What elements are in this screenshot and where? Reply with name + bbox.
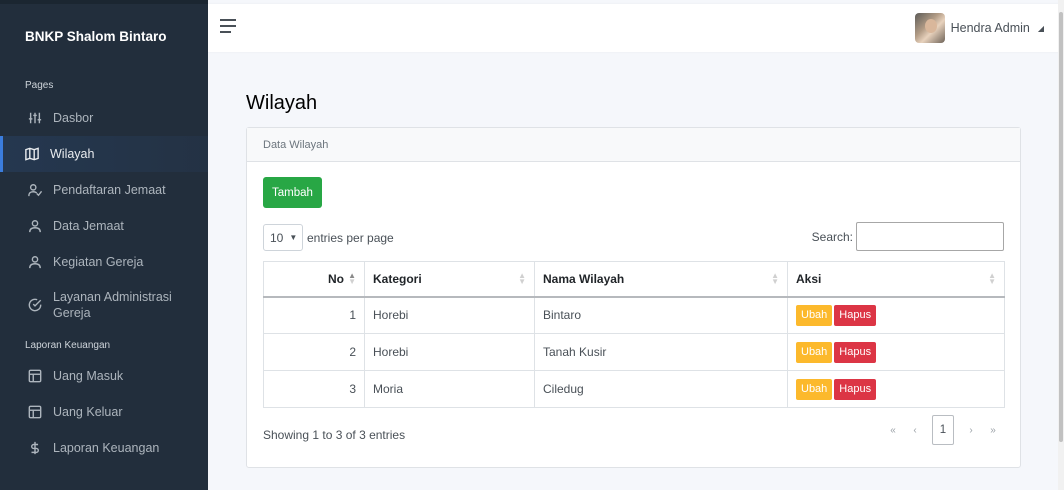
entries-per-page-select[interactable]: 10 ▼ [263, 224, 303, 251]
avatar[interactable] [914, 13, 945, 43]
page-title: Wilayah [246, 92, 318, 114]
sidebar-item-label: Kegiatan Gereja [53, 255, 144, 269]
entries-per-page-value: 10 [270, 230, 284, 245]
sliders-icon [28, 111, 42, 125]
entries-per-page-label: entries per page [307, 230, 394, 245]
table-row: 2 Horebi Tanah Kusir Ubah Hapus [263, 333, 1005, 371]
table-info: Showing 1 to 3 of 3 entries [263, 428, 406, 442]
delete-button[interactable]: Hapus [834, 304, 877, 326]
sort-icon: ▲ ▼ [771, 271, 779, 286]
pagination: « ‹ 1 › » [882, 415, 1004, 445]
map-icon [25, 147, 39, 161]
column-header-aksi[interactable]: Aksi ▲ ▼ [787, 261, 1005, 298]
cell-kategori: Moria [364, 370, 535, 408]
cell-kategori: Horebi [364, 296, 535, 334]
pagination-next[interactable]: › [960, 415, 982, 445]
sidebar-item-label: Dasbor [53, 111, 94, 125]
pagination-prev[interactable]: ‹ [904, 415, 926, 445]
pagination-last[interactable]: » [982, 415, 1004, 445]
column-header-label: Kategori [373, 271, 422, 286]
check-circle-icon [28, 298, 42, 312]
sort-icon: ▲ ▼ [518, 271, 526, 286]
search-label: Search: [811, 229, 853, 244]
brand-title[interactable]: BNKP Shalom Bintaro [0, 4, 208, 68]
scrollbar-thumb[interactable] [1059, 12, 1063, 442]
table-row: 1 Horebi Bintaro Ubah Hapus [263, 296, 1005, 334]
cell-nama-wilayah: Ciledug [534, 370, 788, 408]
sidebar-item-label: Wilayah [50, 147, 95, 161]
sidebar-item-uang-masuk[interactable]: Uang Masuk [0, 358, 208, 394]
sidebar-item-label: Uang Masuk [53, 369, 124, 383]
sidebar-item-laporan-keuangan[interactable]: Laporan Keuangan [0, 430, 208, 466]
sidebar-item-layanan-administrasi[interactable]: Layanan Administrasi Gereja [0, 280, 208, 330]
cell-no: 1 [263, 296, 365, 334]
page-scrollbar[interactable] [1058, 0, 1064, 490]
search-control: Search: [812, 222, 1004, 251]
username[interactable]: Hendra Admin [951, 21, 1030, 35]
card-header: Data Wilayah [247, 128, 1020, 162]
cell-kategori: Horebi [364, 333, 535, 371]
sidebar-item-uang-keluar[interactable]: Uang Keluar [0, 394, 208, 430]
cell-aksi: Ubah Hapus [787, 370, 1005, 408]
add-button[interactable]: Tambah [263, 177, 322, 208]
sidebar-item-dasbor[interactable]: Dasbor [0, 100, 208, 136]
dollar-icon [28, 441, 42, 455]
sidebar-item-label: Laporan Keuangan [53, 441, 160, 455]
sidebar-item-kegiatan-gereja[interactable]: Kegiatan Gereja [0, 244, 208, 280]
edit-button[interactable]: Ubah [796, 304, 833, 326]
chevron-down-icon: ▼ [289, 233, 298, 242]
data-card: Data Wilayah Tambah 10 ▼ entries per pag… [246, 127, 1021, 468]
column-header-kategori[interactable]: Kategori ▲ ▼ [364, 261, 535, 298]
chevron-down-icon[interactable]: ◢ [1038, 24, 1044, 33]
delete-button[interactable]: Hapus [834, 341, 877, 363]
sidebar-item-label: Layanan Administrasi Gereja [53, 290, 172, 320]
section-header-pages: Pages [25, 80, 54, 91]
cell-aksi: Ubah Hapus [787, 333, 1005, 371]
cell-aksi: Ubah Hapus [787, 296, 1005, 334]
user-check-icon [28, 183, 42, 197]
topbar: Hendra Admin ◢ [208, 4, 1064, 52]
sidebar: BNKP Shalom Bintaro Pages Dasbor Wilayah… [0, 0, 208, 490]
cell-nama-wilayah: Bintaro [534, 296, 788, 334]
cell-nama-wilayah: Tanah Kusir [534, 333, 788, 371]
sidebar-item-pendaftaran-jemaat[interactable]: Pendaftaran Jemaat [0, 172, 208, 208]
sort-icon: ▲ ▼ [348, 271, 356, 286]
user-icon [28, 219, 42, 233]
search-input[interactable] [856, 222, 1004, 251]
section-header-laporan: Laporan Keuangan [25, 340, 111, 351]
table-header-row: No ▲ ▼ Kategori ▲ ▼ Nama Wilayah ▲ ▼ Aksi ▲… [263, 261, 1005, 298]
cell-no: 3 [263, 370, 365, 408]
sidebar-item-wilayah[interactable]: Wilayah [0, 136, 208, 172]
sidebar-item-data-jemaat[interactable]: Data Jemaat [0, 208, 208, 244]
delete-button[interactable]: Hapus [834, 378, 877, 400]
column-header-no[interactable]: No ▲ ▼ [263, 261, 365, 298]
hamburger-menu-icon[interactable] [220, 19, 236, 33]
column-header-label: No [328, 271, 344, 286]
layout-icon [28, 369, 42, 383]
sidebar-item-label: Uang Keluar [53, 405, 123, 419]
layout-icon [28, 405, 42, 419]
sidebar-item-label: Pendaftaran Jemaat [53, 183, 166, 197]
column-header-label: Nama Wilayah [543, 271, 625, 286]
column-header-nama-wilayah[interactable]: Nama Wilayah ▲ ▼ [534, 261, 788, 298]
entries-length-control: 10 ▼ entries per page [263, 224, 394, 251]
pagination-page-1[interactable]: 1 [932, 415, 954, 445]
pagination-first[interactable]: « [882, 415, 904, 445]
user-icon [28, 255, 42, 269]
edit-button[interactable]: Ubah [796, 378, 833, 400]
wilayah-table: No ▲ ▼ Kategori ▲ ▼ Nama Wilayah ▲ ▼ Aksi ▲… [263, 261, 1005, 408]
sidebar-item-label: Data Jemaat [53, 219, 124, 233]
edit-button[interactable]: Ubah [796, 341, 833, 363]
user-menu[interactable]: Hendra Admin ◢ [914, 13, 1044, 43]
cell-no: 2 [263, 333, 365, 371]
column-header-label: Aksi [796, 271, 822, 286]
sort-icon: ▲ ▼ [988, 271, 996, 286]
table-row: 3 Moria Ciledug Ubah Hapus [263, 370, 1005, 408]
